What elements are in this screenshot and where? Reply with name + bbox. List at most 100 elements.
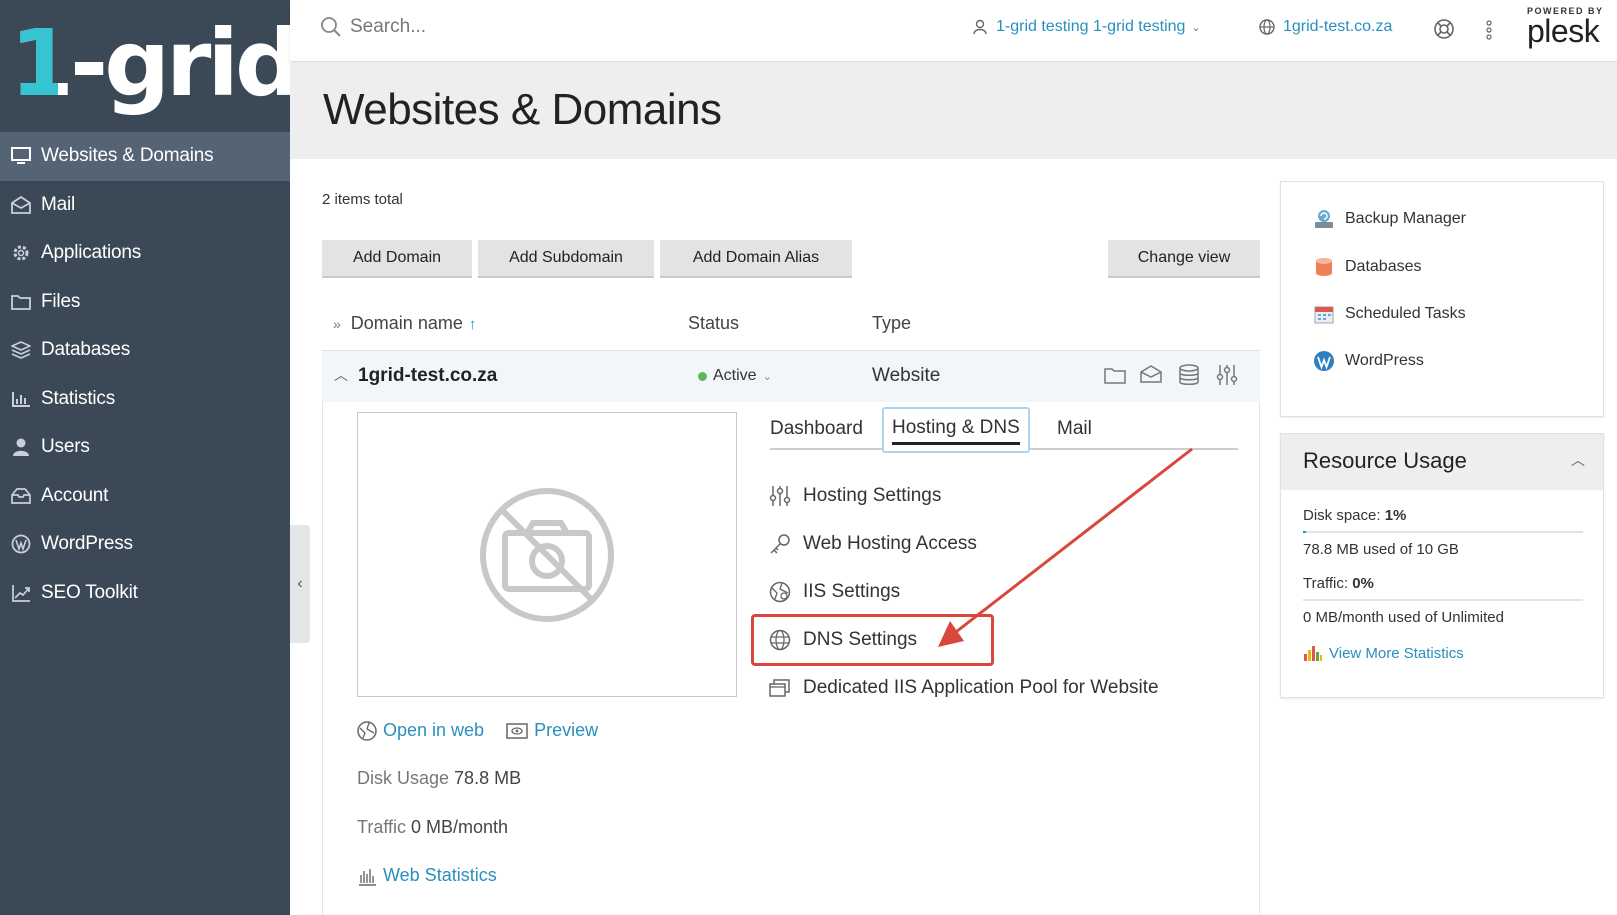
website-preview-thumbnail[interactable]: [357, 412, 737, 697]
disk-usage: Disk Usage 78.8 MB: [357, 768, 521, 789]
traffic-line: Traffic: 0%: [1303, 575, 1374, 592]
hosting-settings-label: Hosting Settings: [803, 485, 942, 506]
search-input[interactable]: Search...: [350, 16, 426, 38]
sidebar-item-seo-toolkit[interactable]: SEO Toolkit: [0, 569, 290, 618]
file-manager-icon[interactable]: [1104, 365, 1126, 390]
sidebar-item-label: Files: [41, 290, 81, 312]
row-domain-name[interactable]: 1grid-test.co.za: [358, 365, 497, 387]
expand-all-icon[interactable]: »: [333, 316, 341, 332]
sidebar-item-websites-domains[interactable]: Websites & Domains: [0, 132, 290, 181]
database-icon[interactable]: [1178, 364, 1200, 391]
scheduled-tasks-label: Scheduled Tasks: [1345, 305, 1466, 322]
backup-manager-label: Backup Manager: [1345, 210, 1466, 227]
database-icon: [1316, 258, 1332, 276]
wordpress-link[interactable]: WordPress: [1313, 350, 1424, 372]
wordpress-icon: [10, 533, 32, 555]
add-domain-alias-button[interactable]: Add Domain Alias: [660, 240, 852, 278]
web-statistics-link[interactable]: Web Statistics: [357, 865, 497, 886]
sidebar-item-account[interactable]: Account: [0, 472, 290, 521]
key-icon: [768, 532, 792, 556]
iis-settings-link[interactable]: IIS Settings: [768, 580, 900, 604]
sidebar-item-label: Users: [41, 436, 90, 458]
sidebar-item-wordpress[interactable]: WordPress: [0, 520, 290, 569]
plesk-wordmark: plesk: [1527, 13, 1600, 49]
disk-space-label: Disk space:: [1303, 507, 1381, 524]
plesk-logo: POWERED BY plesk: [1527, 6, 1604, 49]
sidebar: 1-grid 1 Websites & Domains Mail Applica…: [0, 0, 301, 915]
traffic-progress: [1303, 599, 1583, 601]
bar-chart-icon: [10, 388, 32, 410]
databases-link[interactable]: Databases: [1313, 256, 1422, 278]
sidebar-item-databases[interactable]: Databases: [0, 326, 290, 375]
tab-dashboard[interactable]: Dashboard: [770, 418, 863, 440]
web-statistics-label: Web Statistics: [383, 865, 497, 885]
scheduled-tasks-link[interactable]: Scheduled Tasks: [1313, 303, 1466, 325]
disk-usage-label: Disk Usage: [357, 768, 450, 788]
page-title: Websites & Domains: [323, 85, 722, 134]
sidebar-item-applications[interactable]: Applications: [0, 229, 290, 278]
page-title-band: Websites & Domains: [290, 63, 1617, 159]
preview-link[interactable]: Preview: [506, 720, 598, 741]
gear-icon: [10, 242, 32, 264]
traffic-usage-detail: 0 MB/month used of Unlimited: [1303, 609, 1504, 626]
traffic-value: 0 MB/month: [411, 817, 509, 837]
sidebar-item-label: Account: [41, 484, 109, 506]
hosting-settings-link[interactable]: Hosting Settings: [768, 484, 941, 508]
sidebar-collapse-button[interactable]: ‹: [290, 525, 310, 643]
tab-hosting-dns-label: Hosting & DNS: [892, 417, 1020, 445]
brand-logo[interactable]: 1-grid 1: [0, 0, 301, 130]
column-header-domain[interactable]: » Domain name ↑: [333, 313, 476, 334]
traffic: Traffic 0 MB/month: [357, 817, 508, 838]
backup-icon: [1315, 210, 1333, 228]
help-icon[interactable]: [1433, 18, 1455, 45]
sidebar-item-label: WordPress: [41, 533, 133, 555]
domain-name: 1grid-test.co.za: [1283, 18, 1393, 35]
traffic-label: Traffic: [357, 817, 407, 837]
view-more-statistics-link[interactable]: View More Statistics: [1303, 644, 1464, 662]
sidebar-item-mail[interactable]: Mail: [0, 181, 290, 230]
domain-selector[interactable]: 1grid-test.co.za: [1259, 18, 1392, 36]
status-dot: [698, 371, 707, 381]
change-view-button[interactable]: Change view: [1108, 240, 1260, 278]
dedicated-iis-pool-label: Dedicated IIS Application Pool for Websi…: [803, 677, 1159, 698]
add-domain-button[interactable]: Add Domain: [322, 240, 472, 278]
column-header-domain-label: Domain name: [350, 313, 463, 333]
preview-label: Preview: [534, 720, 599, 740]
settings-sliders-icon[interactable]: [1216, 363, 1238, 392]
quick-links: Open in web Preview: [357, 720, 598, 741]
backup-manager-link[interactable]: Backup Manager: [1313, 208, 1466, 230]
items-total: 2 items total: [322, 191, 403, 208]
add-subdomain-button[interactable]: Add Subdomain: [478, 240, 654, 278]
user-icon: [10, 436, 32, 458]
sidebar-item-users[interactable]: Users: [0, 423, 290, 472]
open-in-web-label: Open in web: [383, 720, 485, 740]
column-header-status[interactable]: Status: [688, 313, 739, 334]
status-badge[interactable]: Active ⌄: [698, 367, 772, 385]
table-row[interactable]: ︿ 1grid-test.co.za Active ⌄ Website: [322, 350, 1260, 402]
layers-icon: [10, 339, 32, 361]
more-vertical-icon[interactable]: [1486, 20, 1492, 45]
tab-mail[interactable]: Mail: [1057, 418, 1092, 440]
column-header-type[interactable]: Type: [872, 313, 911, 334]
search-box[interactable]: Search...: [320, 16, 426, 38]
top-header: Search... 1-grid testing 1-grid testing …: [290, 0, 1617, 62]
disk-space-percent: 1%: [1384, 507, 1407, 524]
wordpress-label: WordPress: [1345, 352, 1424, 369]
row-type: Website: [872, 365, 941, 386]
open-in-web-link[interactable]: Open in web: [357, 720, 484, 741]
mail-icon[interactable]: [1140, 364, 1162, 389]
dedicated-iis-pool-link[interactable]: Dedicated IIS Application Pool for Websi…: [768, 676, 1159, 700]
collapse-row-icon[interactable]: ︿: [334, 365, 348, 385]
colored-bar-chart-icon: [1304, 646, 1322, 661]
resource-usage-header[interactable]: Resource Usage ︿: [1281, 434, 1603, 490]
sliders-icon: [768, 484, 792, 508]
annotation-arrow: [938, 447, 1193, 647]
chevron-up-icon[interactable]: ︿: [1571, 450, 1585, 470]
sidebar-item-statistics[interactable]: Statistics: [0, 375, 290, 424]
preview-icon: [506, 722, 528, 739]
sidebar-item-files[interactable]: Files: [0, 278, 290, 327]
databases-label: Databases: [1345, 258, 1422, 275]
user-menu[interactable]: 1-grid testing 1-grid testing ⌄: [972, 18, 1201, 36]
sidebar-nav: Websites & Domains Mail Applications Fil…: [0, 132, 290, 617]
traffic-usage-label: Traffic:: [1303, 575, 1349, 592]
